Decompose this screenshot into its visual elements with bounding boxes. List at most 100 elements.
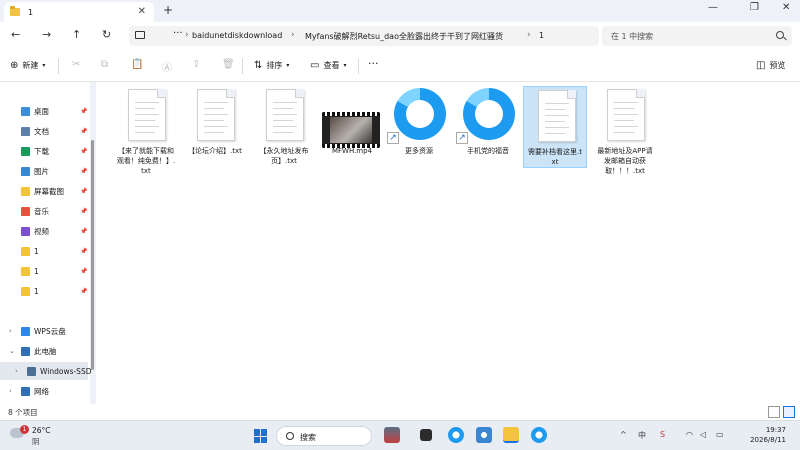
file-thumbnail: ↗ bbox=[387, 86, 449, 146]
browser-icon[interactable] bbox=[448, 427, 464, 443]
tray-overflow-button[interactable]: ^ bbox=[620, 430, 627, 439]
network-icon bbox=[21, 386, 30, 396]
paste-icon[interactable]: 📋 bbox=[131, 59, 143, 70]
shortcut-arrow-icon: ↗ bbox=[456, 132, 468, 144]
file-item[interactable]: 【论坛介绍】.txt bbox=[183, 86, 247, 156]
sidebar-item-label: 桌面 bbox=[34, 106, 49, 116]
file-list: 【来了就能下载和观看！纯免费！】.txt 【论坛介绍】.txt 【永久地址发布页】.… bbox=[96, 82, 800, 404]
sidebar-item-desktop[interactable]: 桌面 📌 bbox=[0, 102, 88, 120]
browser-icon[interactable] bbox=[531, 427, 547, 443]
sidebar-item-label: 网络 bbox=[34, 386, 49, 396]
breadcrumb-item[interactable]: Myfans破解烈Retsu_dao全脸露出终于干到了网红骚货 bbox=[305, 31, 503, 42]
wifi-icon[interactable]: ◠ bbox=[686, 430, 693, 439]
pin-icon: 📌 bbox=[80, 227, 88, 235]
file-item[interactable]: 最新地址及APP请发邮箱自动获取！！！.txt bbox=[593, 86, 657, 176]
preview-button-label: 预览 bbox=[769, 61, 786, 70]
folder-icon bbox=[21, 186, 30, 196]
clock[interactable]: 19:37 2026/8/11 bbox=[738, 425, 786, 445]
delete-icon[interactable]: 🗑 bbox=[222, 59, 235, 70]
breadcrumb-item[interactable]: baidunetdiskdownload bbox=[192, 31, 282, 40]
rename-icon[interactable]: Ⓐ bbox=[162, 59, 172, 74]
copy-icon[interactable]: ⧉ bbox=[101, 59, 108, 70]
file-item[interactable]: 【永久地址发布页】.txt bbox=[252, 86, 316, 166]
search-input[interactable]: 在 1 中搜索 bbox=[602, 26, 792, 46]
app-icon[interactable] bbox=[476, 427, 492, 443]
file-item[interactable]: ↗ 更多资源 bbox=[387, 86, 451, 156]
view-button[interactable]: ▭ 查看 ▾ bbox=[310, 60, 346, 71]
more-options-button[interactable]: ··· bbox=[368, 57, 379, 70]
folder-icon bbox=[21, 246, 30, 256]
file-name: 最新地址及APP请发邮箱自动获取！！！.txt bbox=[597, 147, 653, 175]
sidebar-item-folder[interactable]: 1 📌 bbox=[0, 262, 88, 280]
cut-icon[interactable]: ✂ bbox=[72, 59, 80, 70]
sidebar-item-documents[interactable]: 文档 📌 bbox=[0, 122, 88, 140]
close-window-button[interactable]: ✕ bbox=[782, 2, 790, 13]
breadcrumb-item[interactable]: 1 bbox=[539, 31, 544, 40]
minimize-button[interactable]: — bbox=[708, 2, 718, 13]
preview-button[interactable]: ◫ 预览 bbox=[756, 60, 785, 71]
back-button[interactable]: ← bbox=[11, 28, 20, 41]
notification-badge: 1 bbox=[20, 425, 29, 434]
ime-indicator[interactable]: 中 bbox=[638, 430, 646, 441]
new-button-label: 新建 bbox=[22, 61, 39, 70]
divider bbox=[58, 58, 59, 74]
sidebar-tree-computer[interactable]: ⌄ 此电脑 bbox=[0, 342, 88, 360]
sidebar-item-pictures[interactable]: 图片 📌 bbox=[0, 162, 88, 180]
tab-1[interactable]: 1 ✕ bbox=[4, 2, 154, 22]
preview-pane-icon: ◫ bbox=[756, 60, 766, 71]
file-item[interactable]: 需要补档看这里.txt bbox=[523, 86, 587, 168]
sidebar-item-music[interactable]: 音乐 📌 bbox=[0, 202, 88, 220]
video-icon bbox=[21, 226, 30, 236]
sidebar-item-label: 音乐 bbox=[34, 206, 49, 216]
chevron-down-icon[interactable]: ⌄ bbox=[9, 347, 15, 355]
documents-icon bbox=[21, 126, 30, 136]
large-icons-view-icon[interactable] bbox=[783, 406, 795, 418]
wallpaper-app-icon[interactable] bbox=[384, 427, 400, 443]
file-item[interactable]: MFWH.mp4 bbox=[320, 86, 384, 156]
chevron-right-icon[interactable]: › bbox=[15, 367, 18, 375]
address-bar[interactable]: ··· › baidunetdiskdownload › Myfans破解烈Re… bbox=[129, 26, 599, 46]
share-icon[interactable]: ⇪ bbox=[192, 59, 200, 70]
wps-tray-icon[interactable]: S bbox=[660, 430, 665, 439]
windows-start-icon[interactable] bbox=[254, 429, 268, 443]
sidebar-item-video[interactable]: 视频 📌 bbox=[0, 222, 88, 240]
maximize-button[interactable]: ❐ bbox=[750, 2, 759, 13]
cloud-icon bbox=[21, 326, 30, 336]
sidebar-scrollbar[interactable] bbox=[91, 140, 94, 370]
new-button[interactable]: ⊕ 新建 ▾ bbox=[10, 60, 45, 71]
status-bar: 8 个项目 bbox=[0, 404, 800, 420]
sidebar-item-folder[interactable]: 屏幕截图 📌 bbox=[0, 182, 88, 200]
file-name: 更多资源 bbox=[405, 147, 433, 155]
taskbar: 1 26°C 阴 搜索 ^ 中 S ◠ ◁ ▭ 19:37 2026/8/11 bbox=[0, 420, 800, 450]
sidebar-item-download[interactable]: 下载 📌 bbox=[0, 142, 88, 160]
view-icon: ▭ bbox=[310, 60, 320, 71]
file-explorer-icon[interactable] bbox=[503, 427, 519, 443]
text-file-icon bbox=[538, 90, 576, 142]
up-button[interactable]: ↑ bbox=[72, 28, 81, 41]
forward-button[interactable]: → bbox=[42, 28, 51, 41]
new-tab-button[interactable]: + bbox=[163, 3, 173, 17]
battery-icon[interactable]: ▭ bbox=[716, 430, 724, 439]
details-view-icon[interactable] bbox=[768, 406, 780, 418]
sort-button[interactable]: ⇅ 排序 ▾ bbox=[254, 60, 289, 71]
file-name: 【论坛介绍】.txt bbox=[188, 147, 242, 155]
file-item[interactable]: 【来了就能下载和观看！纯免费！】.txt bbox=[114, 86, 178, 176]
sidebar-tree-network[interactable]: › 网络 bbox=[0, 382, 88, 400]
tab-close-button[interactable]: ✕ bbox=[138, 6, 146, 17]
sidebar-tree-cloud[interactable]: › WPS云盘 bbox=[0, 322, 88, 340]
sidebar-item-folder[interactable]: 1 📌 bbox=[0, 282, 88, 300]
sidebar-item-label: 视频 bbox=[34, 226, 49, 236]
sidebar-tree-drive[interactable]: › Windows-SSD bbox=[0, 362, 91, 380]
chevron-right-icon[interactable]: › bbox=[9, 387, 12, 395]
file-item[interactable]: ↗ 手机党的福音 bbox=[456, 86, 520, 156]
terminal-icon[interactable] bbox=[420, 429, 432, 441]
drive-icon bbox=[27, 366, 36, 376]
volume-icon[interactable]: ◁ bbox=[700, 430, 706, 439]
chevron-down-icon: ▾ bbox=[42, 62, 46, 69]
taskbar-search[interactable]: 搜索 bbox=[276, 426, 372, 446]
sidebar-item-folder[interactable]: 1 📌 bbox=[0, 242, 88, 260]
chevron-right-icon[interactable]: › bbox=[9, 327, 12, 335]
text-file-icon bbox=[128, 89, 166, 141]
breadcrumb-overflow-button[interactable]: ··· bbox=[173, 28, 183, 39]
refresh-button[interactable]: ↻ bbox=[102, 28, 111, 41]
